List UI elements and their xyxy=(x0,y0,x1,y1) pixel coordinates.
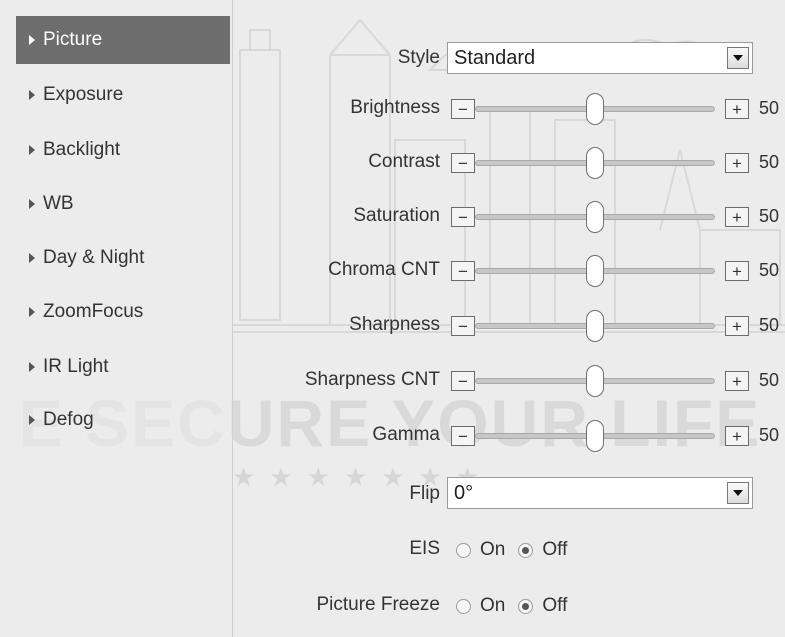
sidebar: Picture Exposure Backlight WB Day & Nigh… xyxy=(0,0,233,637)
sidebar-item-zoomfocus[interactable]: ZoomFocus xyxy=(16,288,230,336)
eis-on-radio[interactable] xyxy=(456,542,471,558)
caret-right-icon xyxy=(29,145,35,155)
contrast-value: 50 xyxy=(759,152,780,172)
dropdown-button[interactable] xyxy=(727,47,749,69)
gamma-value: 50 xyxy=(759,425,780,445)
caret-right-icon xyxy=(29,307,35,317)
flip-select-value: 0° xyxy=(454,481,474,504)
picture-freeze-off-label: Off xyxy=(542,595,568,616)
sidebar-item-defog[interactable]: Defog xyxy=(16,396,230,444)
chroma-cnt-slider-thumb[interactable] xyxy=(586,255,604,287)
sidebar-item-backlight[interactable]: Backlight xyxy=(16,126,230,174)
sidebar-item-label: IR Light xyxy=(43,356,109,377)
contrast-label: Contrast xyxy=(368,151,440,172)
saturation-value: 50 xyxy=(759,206,780,226)
sharpness-increase-button[interactable]: + xyxy=(725,316,749,336)
contrast-slider-thumb[interactable] xyxy=(586,147,604,179)
style-label: Style xyxy=(397,47,440,68)
saturation-label: Saturation xyxy=(353,205,440,226)
gamma-slider-thumb[interactable] xyxy=(586,420,604,452)
sidebar-item-ir-light[interactable]: IR Light xyxy=(16,343,230,391)
picture-freeze-radio-group: On Off xyxy=(456,594,580,618)
saturation-slider-thumb[interactable] xyxy=(586,201,604,233)
picture-freeze-on-label: On xyxy=(480,595,506,616)
flip-label: Flip xyxy=(409,483,440,504)
chroma-cnt-value: 50 xyxy=(759,260,780,280)
sharpness-cnt-increase-button[interactable]: + xyxy=(725,371,749,391)
eis-label: EIS xyxy=(409,538,440,559)
picture-freeze-on-radio[interactable] xyxy=(456,598,471,614)
brightness-value: 50 xyxy=(759,98,780,118)
caret-right-icon xyxy=(29,35,35,45)
chroma-cnt-label: Chroma CNT xyxy=(328,259,440,280)
sidebar-item-day-night[interactable]: Day & Night xyxy=(16,234,230,282)
sidebar-item-label: ZoomFocus xyxy=(43,301,144,322)
sidebar-item-label: WB xyxy=(43,193,74,214)
contrast-decrease-button[interactable]: − xyxy=(451,153,475,173)
sharpness-cnt-label: Sharpness CNT xyxy=(304,369,440,390)
picture-freeze-off-radio[interactable] xyxy=(518,598,534,614)
sharpness-cnt-slider-thumb[interactable] xyxy=(586,365,604,397)
chevron-down-icon xyxy=(733,490,743,496)
saturation-decrease-button[interactable]: − xyxy=(451,207,475,227)
sharpness-slider-thumb[interactable] xyxy=(586,310,604,342)
sharpness-label: Sharpness xyxy=(349,314,440,335)
sidebar-item-label: Exposure xyxy=(43,84,124,105)
chroma-cnt-increase-button[interactable]: + xyxy=(725,261,749,281)
sidebar-item-label: Picture xyxy=(43,29,103,50)
brightness-slider-thumb[interactable] xyxy=(586,93,604,125)
caret-right-icon xyxy=(29,253,35,263)
gamma-label: Gamma xyxy=(372,424,440,445)
brightness-label: Brightness xyxy=(350,97,440,118)
caret-right-icon xyxy=(29,362,35,372)
sidebar-item-label: Defog xyxy=(43,409,94,430)
brightness-decrease-button[interactable]: − xyxy=(451,99,475,119)
sidebar-item-exposure[interactable]: Exposure xyxy=(16,71,230,119)
sidebar-item-label: Day & Night xyxy=(43,247,145,268)
picture-freeze-label: Picture Freeze xyxy=(316,594,440,615)
sharpness-cnt-value: 50 xyxy=(759,370,780,390)
gamma-increase-button[interactable]: + xyxy=(725,426,749,446)
sharpness-cnt-decrease-button[interactable]: − xyxy=(451,371,475,391)
chevron-down-icon xyxy=(733,55,743,61)
chroma-cnt-decrease-button[interactable]: − xyxy=(451,261,475,281)
eis-off-radio[interactable] xyxy=(518,542,534,558)
sidebar-item-label: Backlight xyxy=(43,139,121,160)
style-select[interactable]: Standard xyxy=(447,42,753,74)
sidebar-item-picture[interactable]: Picture xyxy=(16,16,230,64)
flip-select[interactable]: 0° xyxy=(447,477,753,509)
caret-right-icon xyxy=(29,90,35,100)
style-select-value: Standard xyxy=(454,46,536,69)
eis-radio-group: On Off xyxy=(456,538,580,562)
sidebar-item-wb[interactable]: WB xyxy=(16,180,230,228)
brightness-increase-button[interactable]: + xyxy=(725,99,749,119)
sharpness-decrease-button[interactable]: − xyxy=(451,316,475,336)
dropdown-button[interactable] xyxy=(727,482,749,504)
eis-off-label: Off xyxy=(542,539,568,560)
caret-right-icon xyxy=(29,415,35,425)
eis-on-label: On xyxy=(480,539,506,560)
gamma-decrease-button[interactable]: − xyxy=(451,426,475,446)
sharpness-value: 50 xyxy=(759,315,780,335)
caret-right-icon xyxy=(29,199,35,209)
saturation-increase-button[interactable]: + xyxy=(725,207,749,227)
contrast-increase-button[interactable]: + xyxy=(725,153,749,173)
